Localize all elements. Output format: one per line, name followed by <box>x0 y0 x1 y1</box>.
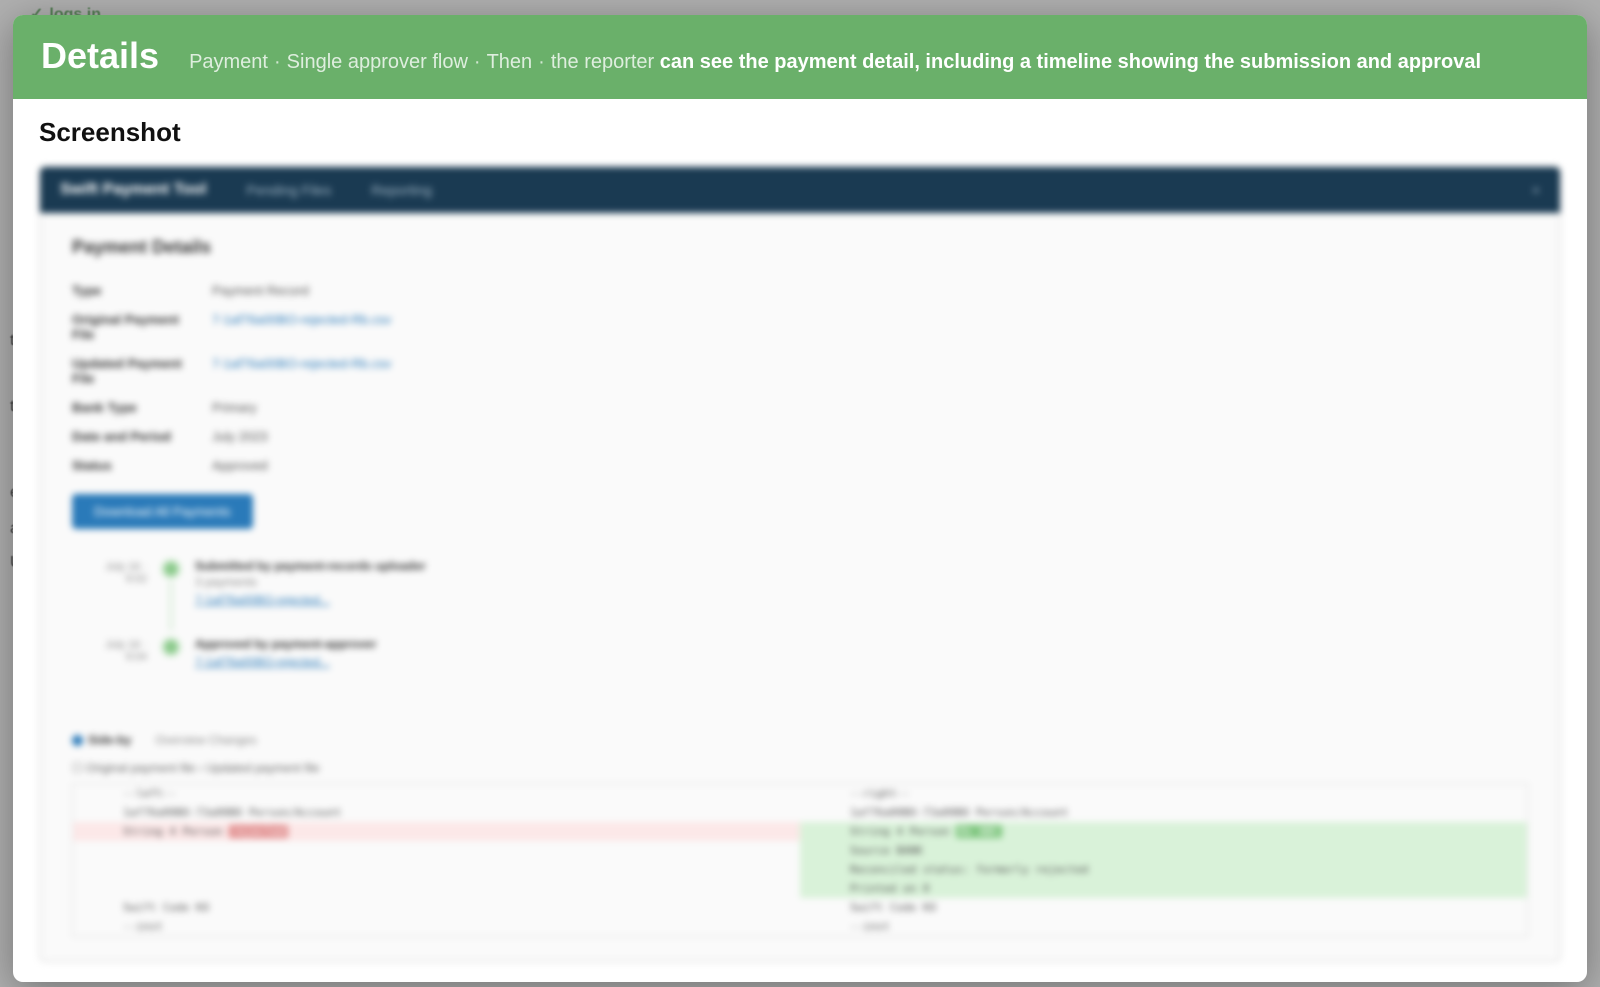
crumb-step-type: Then <box>487 51 533 73</box>
diff-header: --left-- <box>73 784 800 803</box>
details-modal: Details Payment·Single approver flow·The… <box>13 15 1587 982</box>
detail-value: July 2023 <box>212 429 268 444</box>
nav-pending[interactable]: Pending Files <box>246 182 331 198</box>
detail-row: Date and Period July 2023 <box>72 422 1528 451</box>
timeline-date: July 16 · 9:02 <box>92 559 147 607</box>
detail-row: Status Approved <box>72 451 1528 480</box>
payment-details-heading: Payment Details <box>72 237 1528 258</box>
crumb-actor: the reporter <box>551 51 654 73</box>
diff-line: --inst <box>73 917 800 936</box>
detail-value: Payment Record <box>212 283 309 298</box>
detail-label: Original Payment File <box>72 312 182 342</box>
detail-label: Updated Payment File <box>72 356 182 386</box>
timeline-sub: 3 payments <box>195 575 426 589</box>
diff-line: String 4 Person rejected <box>73 822 800 841</box>
timeline-date: July 16 · 9:04 <box>92 637 147 669</box>
timeline: July 16 · 9:02 Submitted by payment-reco… <box>72 559 1528 699</box>
modal-header: Details Payment·Single approver flow·The… <box>13 15 1587 99</box>
diff-header: --right-- <box>800 784 1527 803</box>
diff-line <box>73 860 800 879</box>
diff-line: Swift Code KO <box>800 898 1527 917</box>
app-content: Payment Details Type Payment Record Origin… <box>40 213 1560 961</box>
diff-panel: Side-by Overview Changes ☐ Original paym… <box>72 721 1528 937</box>
diff-line: Source BANK <box>800 841 1527 860</box>
section-screenshot-title: Screenshot <box>39 117 1561 148</box>
diff-line: 1af76a00BO-73a00BO Person/Account <box>800 803 1527 822</box>
download-button[interactable]: Download All Payments <box>72 494 253 529</box>
detail-value[interactable]: 7-1af76a00BO-rejected-Rb.csv <box>212 312 391 342</box>
timeline-title: Approved by payment-approver <box>195 637 376 651</box>
diff-breadcrumb: ☐ Original payment file › Updated paymen… <box>72 753 1528 783</box>
detail-row: Updated Payment File 7-1af76a00BO-rejecte… <box>72 349 1528 393</box>
modal-title: Details <box>41 35 159 77</box>
crumb-scenario: Single approver flow <box>287 51 468 73</box>
detail-label: Bank Type <box>72 400 182 415</box>
diff-body: --left--1af76a00BO-73a00BO Person/Accoun… <box>72 783 1528 937</box>
close-icon[interactable]: × <box>1532 182 1540 198</box>
diff-line: Printed on 0 <box>800 879 1527 898</box>
app-navbar: Swift Payment Tool Pending Files Reporti… <box>40 167 1560 213</box>
crumb-feature: Payment <box>189 51 268 73</box>
screenshot-preview: Swift Payment Tool Pending Files Reporti… <box>39 166 1561 962</box>
diff-line: Reconciled status: formerly rejected <box>800 860 1527 879</box>
diff-line: String 4 Person 0x ABC <box>800 822 1527 841</box>
timeline-link[interactable]: 7-1af76a00BO-rejected... <box>195 655 376 669</box>
modal-body: Screenshot Swift Payment Tool Pending Fi… <box>13 99 1587 982</box>
timeline-title: Submitted by payment-records uploader <box>195 559 426 573</box>
diff-line <box>73 841 800 860</box>
timeline-item: July 16 · 9:04 Approved by payment-appro… <box>92 637 1528 699</box>
diff-line <box>73 879 800 898</box>
radio-icon <box>72 735 83 746</box>
detail-row: Type Payment Record <box>72 276 1528 305</box>
detail-value: Primary <box>212 400 257 415</box>
diff-line: 1af76a00BO-73a00BO Person/Account <box>73 803 800 822</box>
detail-label: Date and Period <box>72 429 182 444</box>
timeline-marker-icon <box>161 559 181 579</box>
detail-label: Type <box>72 283 182 298</box>
app-brand: Swift Payment Tool <box>60 181 206 199</box>
breadcrumb: Payment·Single approver flow·Then·the re… <box>189 51 1559 74</box>
detail-value: Approved <box>212 458 268 473</box>
diff-tab-sidebyside[interactable]: Side-by <box>72 733 131 747</box>
diff-line: --inst <box>800 917 1527 936</box>
nav-reporting[interactable]: Reporting <box>371 182 432 198</box>
diff-line: Swift Code KO <box>73 898 800 917</box>
timeline-link[interactable]: 7-1af76a00BO-rejected... <box>195 593 426 607</box>
detail-label: Status <box>72 458 182 473</box>
timeline-marker-icon <box>161 637 181 657</box>
crumb-assertion: can see the payment detail, including a … <box>660 51 1481 73</box>
detail-row: Original Payment File 7-1af76a00BO-reject… <box>72 305 1528 349</box>
timeline-item: July 16 · 9:02 Submitted by payment-reco… <box>92 559 1528 637</box>
diff-tab-overview[interactable]: Overview Changes <box>155 733 256 747</box>
detail-row: Bank Type Primary <box>72 393 1528 422</box>
detail-value[interactable]: 7-1af76a00BO-rejected-Rb.csv <box>212 356 391 386</box>
